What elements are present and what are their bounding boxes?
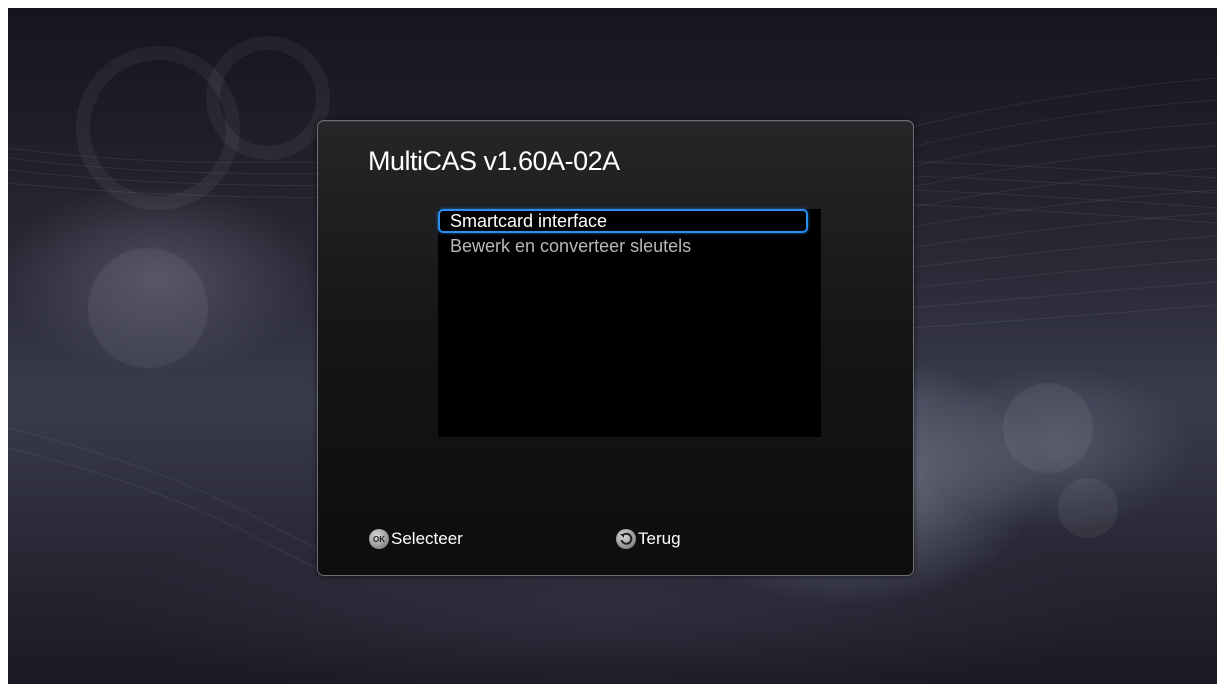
- back-hint-label: Terug: [638, 529, 681, 548]
- menu-item-edit-convert-keys[interactable]: Bewerk en converteer sleutels: [438, 235, 808, 259]
- back-arrow-icon: [616, 529, 636, 549]
- select-hint[interactable]: OK Selecteer: [369, 529, 463, 549]
- multicas-dialog: MultiCAS v1.60A-02A Smartcard interface …: [317, 120, 914, 576]
- tv-screen: MultiCAS v1.60A-02A Smartcard interface …: [8, 8, 1217, 684]
- menu-item-smartcard-interface[interactable]: Smartcard interface: [438, 209, 808, 233]
- back-hint[interactable]: Terug: [616, 529, 681, 549]
- select-hint-label: Selecteer: [391, 529, 463, 548]
- dialog-title: MultiCAS v1.60A-02A: [368, 146, 620, 176]
- menu-list: Smartcard interface Bewerk en converteer…: [438, 209, 821, 437]
- ok-button-icon: OK: [369, 529, 389, 549]
